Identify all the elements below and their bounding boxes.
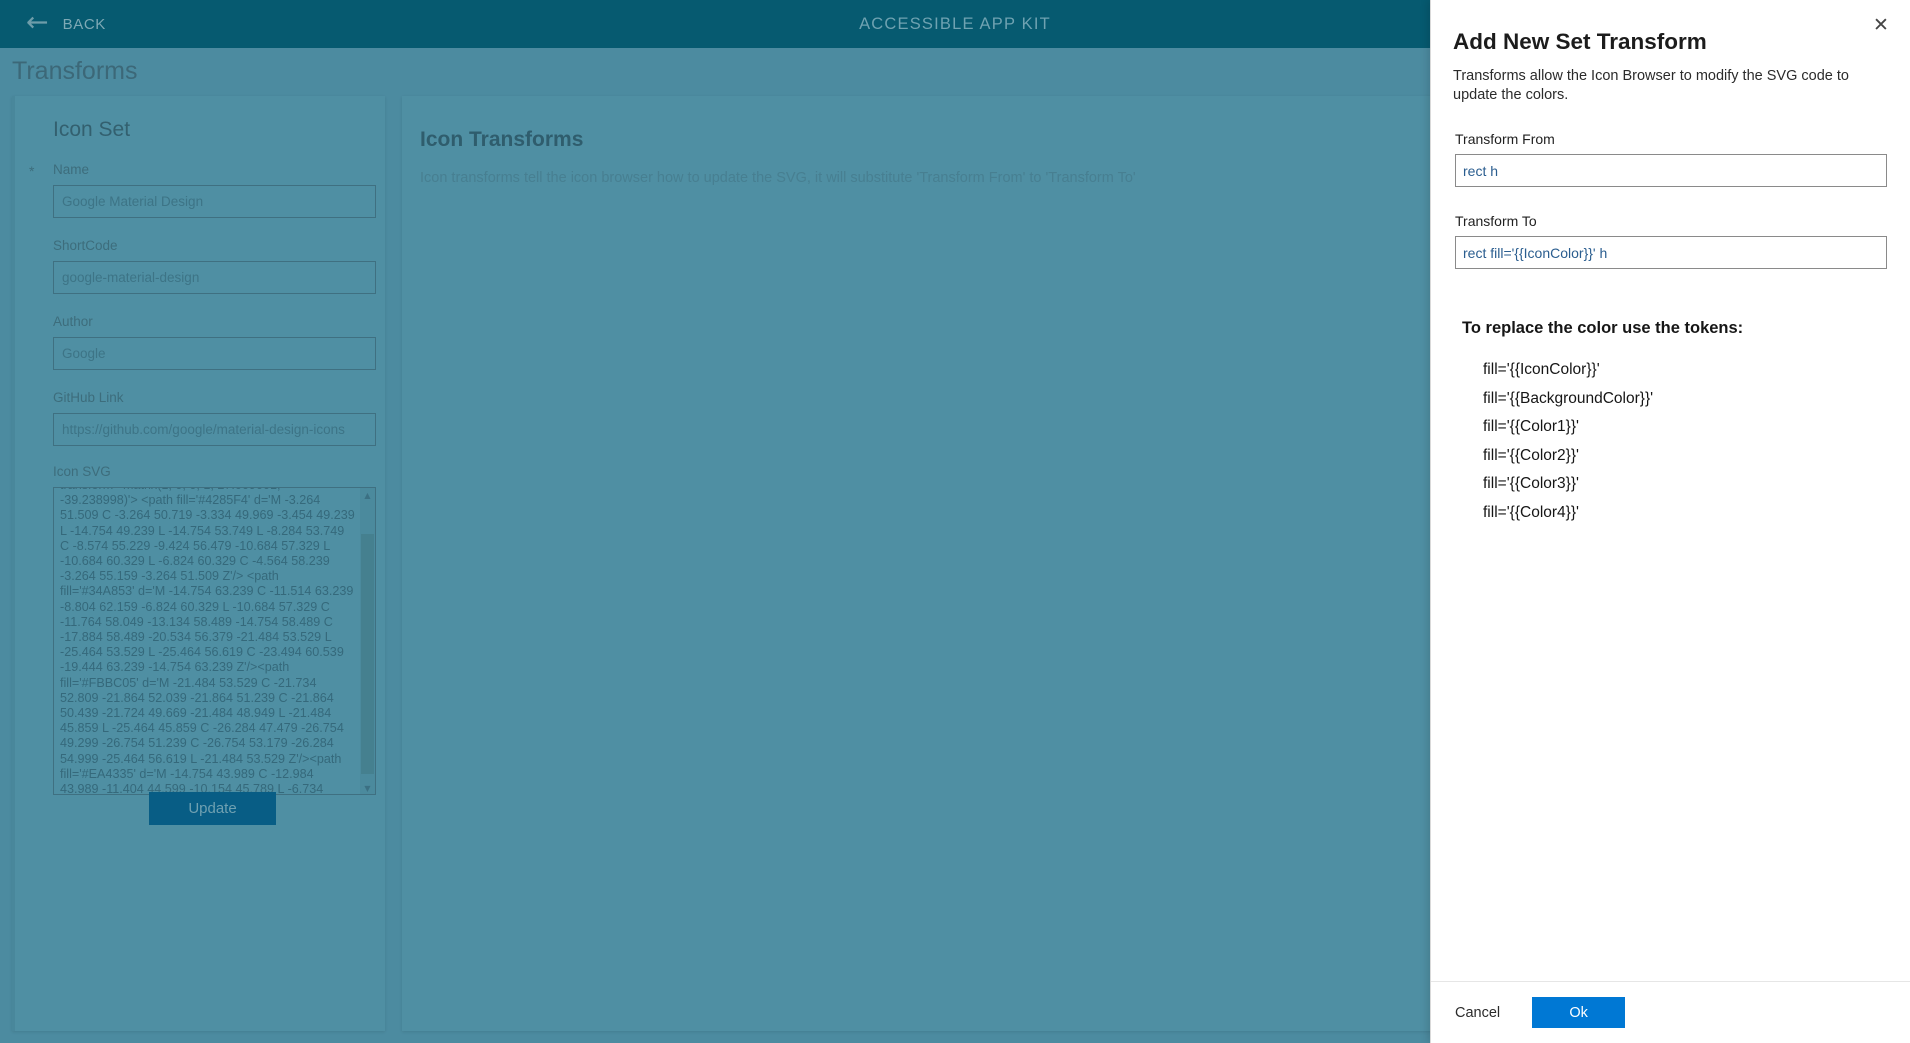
cancel-button[interactable]: Cancel <box>1453 999 1502 1027</box>
label-transform-from: Transform From <box>1455 131 1555 147</box>
dialog-title: Add New Set Transform <box>1453 29 1707 54</box>
transform-to-input[interactable] <box>1455 236 1887 269</box>
icon-transforms-card: Icon Transforms Icon transforms tell the… <box>402 96 1470 1031</box>
scrollbar-thumb[interactable] <box>361 534 374 774</box>
token-item: fill='{{Color2}}' <box>1483 446 1579 464</box>
page-title: Transforms <box>12 57 138 85</box>
add-set-transform-dialog: ✕ Add New Set Transform Transforms allow… <box>1430 0 1910 1043</box>
field-group-shortcode: ShortCode <box>53 238 376 294</box>
token-item: fill='{{Color4}}' <box>1483 503 1579 521</box>
icon-svg-scrollbar[interactable]: ▲ ▼ <box>360 488 375 794</box>
github-link-input[interactable] <box>53 413 376 446</box>
icon-set-card: Icon Set * Name ShortCode Author GitHub … <box>12 96 385 1031</box>
field-group-icon-svg: Icon SVG ▲ ▼ <box>53 464 376 795</box>
label-name: Name <box>53 162 90 177</box>
required-marker: * <box>29 163 35 179</box>
field-group-transform-to: Transform To <box>1455 213 1887 269</box>
icon-transforms-title: Icon Transforms <box>420 128 584 151</box>
icon-svg-textarea-wrapper: ▲ ▼ <box>53 487 376 795</box>
field-group-transform-from: Transform From <box>1455 131 1887 187</box>
token-item: fill='{{Color1}}' <box>1483 418 1579 435</box>
field-group-name: * Name <box>29 162 376 218</box>
update-button[interactable]: Update <box>149 792 276 825</box>
icon-transforms-description: Icon transforms tell the icon browser ho… <box>420 170 1136 186</box>
icon-set-title: Icon Set <box>53 118 131 141</box>
label-icon-svg: Icon SVG <box>53 464 111 479</box>
icon-svg-textarea[interactable] <box>54 488 361 794</box>
tokens-heading: To replace the color use the tokens: <box>1462 319 1744 337</box>
ok-button[interactable]: Ok <box>1532 997 1626 1028</box>
dialog-description: Transforms allow the Icon Browser to mod… <box>1453 68 1849 103</box>
field-group-author: Author <box>53 314 376 370</box>
scroll-up-arrow-icon[interactable]: ▲ <box>360 488 375 503</box>
label-github-link: GitHub Link <box>53 390 124 405</box>
transform-from-input[interactable] <box>1455 154 1887 187</box>
token-item: fill='{{IconColor}}' <box>1483 361 1600 378</box>
label-transform-to: Transform To <box>1455 213 1537 229</box>
name-input[interactable] <box>53 185 376 218</box>
label-shortcode: ShortCode <box>53 238 118 253</box>
close-icon[interactable]: ✕ <box>1866 10 1896 40</box>
field-group-github-link: GitHub Link <box>53 390 376 446</box>
dialog-footer: Cancel Ok <box>1431 981 1910 1043</box>
token-item: fill='{{Color3}}' <box>1483 475 1579 492</box>
dialog-body: Add New Set Transform Transforms allow t… <box>1431 0 1910 981</box>
shortcode-input[interactable] <box>53 261 376 294</box>
author-input[interactable] <box>53 337 376 370</box>
token-item: fill='{{BackgroundColor}}' <box>1483 389 1654 407</box>
tokens-list: fill='{{IconColor}}' fill='{{BackgroundC… <box>1483 361 1910 522</box>
label-author: Author <box>53 314 93 329</box>
scroll-down-arrow-icon[interactable]: ▼ <box>360 781 375 794</box>
